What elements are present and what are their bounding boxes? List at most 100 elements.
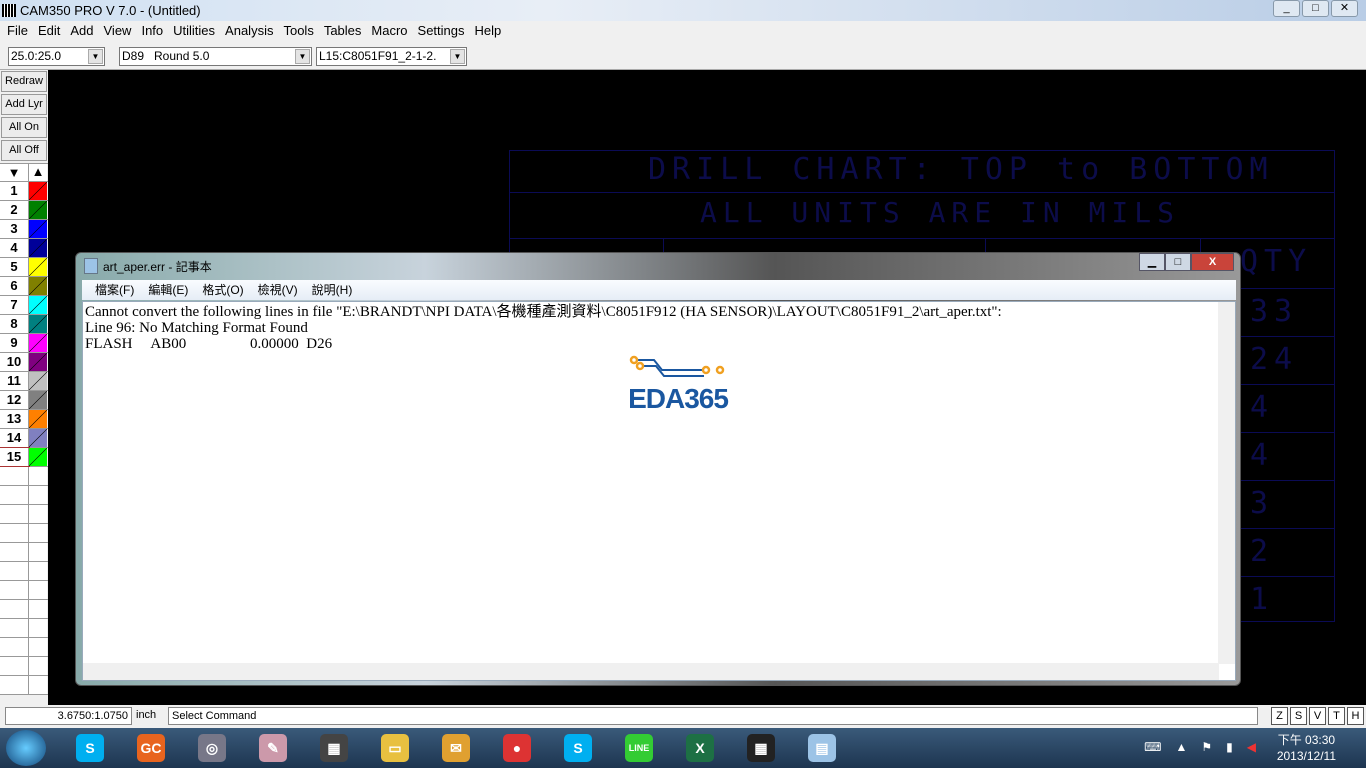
layer-row[interactable]: 1 — [0, 182, 48, 201]
taskbar-cam350-2-button[interactable]: ▦ — [733, 730, 789, 766]
taskbar-explorer-button[interactable]: ▭ — [367, 730, 423, 766]
taskbar-notepad-button[interactable]: ▤ — [794, 730, 850, 766]
menu-info[interactable]: Info — [136, 21, 168, 41]
layer-row[interactable]: 9 — [0, 334, 48, 353]
layer-color-swatch[interactable] — [29, 410, 47, 428]
layer-number[interactable]: 10 — [0, 353, 29, 371]
vertical-scrollbar[interactable] — [1218, 302, 1235, 664]
menu-add[interactable]: Add — [65, 21, 98, 41]
notepad-minimize-button[interactable]: ▁ — [1139, 253, 1165, 271]
notepad-close-button[interactable]: X — [1191, 253, 1234, 271]
layer-row[interactable]: 13 — [0, 410, 48, 429]
layer-number[interactable]: 7 — [0, 296, 29, 314]
all-on-button[interactable]: All On — [1, 117, 47, 138]
layer-row[interactable]: 15 — [0, 447, 48, 467]
mode-s-button[interactable]: S — [1290, 707, 1307, 725]
maximize-button[interactable]: □ — [1302, 0, 1329, 17]
taskbar-globe-button[interactable]: ◎ — [184, 730, 240, 766]
chevron-down-icon[interactable]: ▼ — [450, 49, 465, 64]
layer-number[interactable]: 9 — [0, 334, 29, 352]
redraw-button[interactable]: Redraw — [1, 71, 47, 92]
taskbar-chrome-button[interactable]: ● — [489, 730, 545, 766]
all-off-button[interactable]: All Off — [1, 140, 47, 161]
layer-color-swatch[interactable] — [29, 296, 47, 314]
menu-edit[interactable]: Edit — [33, 21, 65, 41]
layer-row[interactable]: 10 — [0, 353, 48, 372]
taskbar-paint-button[interactable]: ✎ — [245, 730, 301, 766]
layer-row[interactable]: 6 — [0, 277, 48, 296]
taskbar-cam350-button[interactable]: ▦ — [306, 730, 362, 766]
layer-row[interactable]: 12 — [0, 391, 48, 410]
menu-tools[interactable]: Tools — [278, 21, 318, 41]
close-button[interactable]: ✕ — [1331, 0, 1358, 17]
mode-h-button[interactable]: H — [1347, 707, 1364, 725]
layer-color-swatch[interactable] — [29, 372, 47, 390]
mode-t-button[interactable]: T — [1328, 707, 1345, 725]
layer-down-button[interactable]: ▼ — [0, 164, 29, 181]
layer-color-swatch[interactable] — [29, 220, 47, 238]
volume-muted-icon[interactable]: ◀ — [1247, 740, 1256, 754]
layer-color-swatch[interactable] — [29, 277, 47, 295]
taskbar-line-button[interactable]: LINE — [611, 730, 667, 766]
taskbar-outlook-button[interactable]: ✉ — [428, 730, 484, 766]
notepad-text-area[interactable]: Cannot convert the following lines in fi… — [82, 301, 1236, 681]
layer-number[interactable]: 1 — [0, 182, 29, 200]
layer-row[interactable]: 11 — [0, 372, 48, 391]
layer-number[interactable]: 13 — [0, 410, 29, 428]
layer-number[interactable]: 14 — [0, 429, 29, 447]
notepad-menu-item[interactable]: 檢視(V) — [251, 280, 305, 300]
notepad-menu-item[interactable]: 說明(H) — [305, 280, 360, 300]
chevron-down-icon[interactable]: ▼ — [88, 49, 103, 64]
layer-row[interactable]: 3 — [0, 220, 48, 239]
menu-file[interactable]: File — [2, 21, 33, 41]
layer-number[interactable]: 8 — [0, 315, 29, 333]
mode-z-button[interactable]: Z — [1271, 707, 1288, 725]
start-button[interactable] — [6, 730, 46, 766]
menu-settings[interactable]: Settings — [413, 21, 470, 41]
layer-number[interactable]: 6 — [0, 277, 29, 295]
layer-number[interactable]: 12 — [0, 391, 29, 409]
layer-number[interactable]: 5 — [0, 258, 29, 276]
notepad-menu-item[interactable]: 檔案(F) — [88, 280, 141, 300]
notepad-menu-item[interactable]: 格式(O) — [195, 280, 250, 300]
layer-color-swatch[interactable] — [29, 353, 47, 371]
minimize-button[interactable]: _ — [1273, 0, 1300, 17]
menu-analysis[interactable]: Analysis — [220, 21, 278, 41]
layer-select[interactable]: L15:C8051F91_2-1-2. ▼ — [316, 47, 467, 66]
menu-view[interactable]: View — [99, 21, 137, 41]
layer-number[interactable]: 2 — [0, 201, 29, 219]
taskbar-skype2-button[interactable]: S — [550, 730, 606, 766]
layer-row[interactable]: 7 — [0, 296, 48, 315]
show-hidden-icons[interactable]: ▲ — [1176, 740, 1188, 754]
clock[interactable]: 下午 03:30 2013/12/11 — [1277, 732, 1336, 764]
chevron-down-icon[interactable]: ▼ — [295, 49, 310, 64]
layer-color-swatch[interactable] — [29, 239, 47, 257]
layer-color-swatch[interactable] — [29, 201, 47, 219]
layer-number[interactable]: 3 — [0, 220, 29, 238]
taskbar-excel-button[interactable]: X — [672, 730, 728, 766]
layer-color-swatch[interactable] — [29, 429, 47, 447]
menu-help[interactable]: Help — [470, 21, 507, 41]
layer-color-swatch[interactable] — [29, 334, 47, 352]
layer-number[interactable]: 15 — [0, 447, 30, 467]
menu-macro[interactable]: Macro — [366, 21, 412, 41]
grid-select[interactable]: 25.0:25.0 ▼ — [8, 47, 105, 66]
layer-color-swatch[interactable] — [29, 182, 47, 200]
layer-up-button[interactable]: ▲ — [29, 164, 47, 181]
layer-row[interactable]: 5 — [0, 258, 48, 277]
layer-number[interactable]: 4 — [0, 239, 29, 257]
flag-icon[interactable]: ⚑ — [1201, 740, 1212, 754]
layer-color-swatch[interactable] — [29, 448, 47, 466]
layer-color-swatch[interactable] — [29, 315, 47, 333]
mode-v-button[interactable]: V — [1309, 707, 1326, 725]
layer-color-swatch[interactable] — [29, 391, 47, 409]
taskbar-gc-button[interactable]: GC — [123, 730, 179, 766]
layer-row[interactable]: 14 — [0, 429, 48, 448]
keyboard-icon[interactable]: ⌨ — [1144, 740, 1161, 754]
taskbar-skype-button[interactable]: S — [62, 730, 118, 766]
menu-utilities[interactable]: Utilities — [168, 21, 220, 41]
horizontal-scrollbar[interactable] — [83, 663, 1219, 680]
layer-row[interactable]: 4 — [0, 239, 48, 258]
add-layer-button[interactable]: Add Lyr — [1, 94, 47, 115]
menu-tables[interactable]: Tables — [319, 21, 367, 41]
